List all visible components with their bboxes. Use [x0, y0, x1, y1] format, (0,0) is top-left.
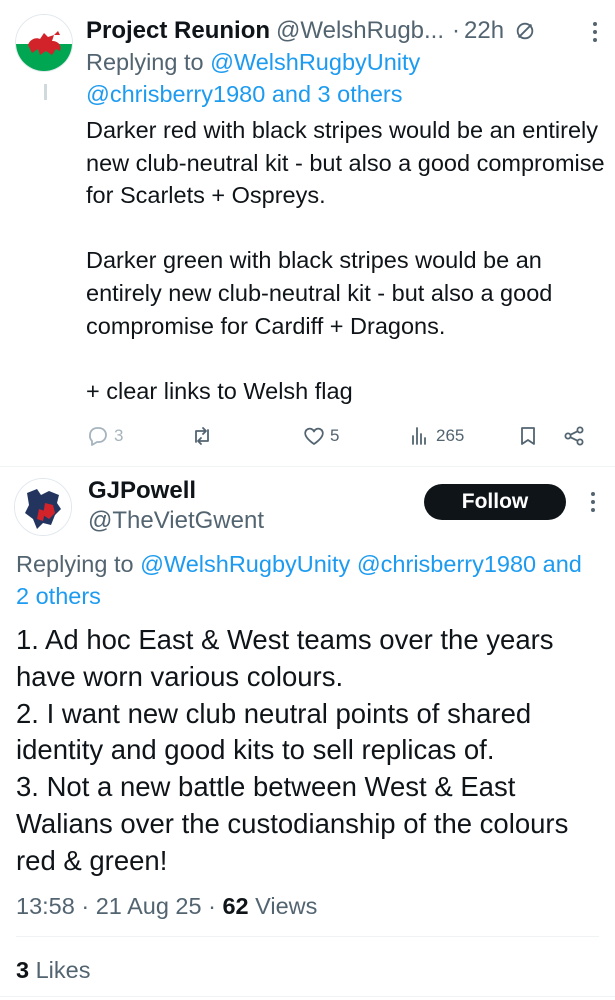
tweet-paragraph: 3. Not a new battle between West & East … [16, 771, 569, 876]
grok-icon[interactable] [514, 20, 536, 42]
action-bar: 3 5 265 [86, 420, 606, 452]
welsh-dragon-flag-icon [16, 15, 72, 71]
follow-button[interactable]: Follow [424, 484, 566, 520]
tweet-date[interactable]: 21 Aug 25 [96, 893, 202, 919]
mention-link[interactable]: @WelshRugbyUnity [210, 49, 420, 75]
views-button[interactable]: 265 [408, 420, 464, 452]
mention-link[interactable]: @WelshRugbyUnity @chrisberry1980 and [140, 551, 582, 577]
display-name[interactable]: GJPowell [88, 476, 196, 506]
replying-prefix: Replying to [16, 551, 134, 577]
divider [0, 996, 615, 997]
share-button[interactable] [562, 420, 586, 452]
analytics-icon [412, 427, 426, 445]
separator: · [208, 893, 216, 919]
tweet-meta: 13:58 · 21 Aug 25 · 62 Views [16, 890, 317, 922]
share-icon [564, 426, 584, 446]
like-button[interactable]: 5 [302, 420, 339, 452]
tweet-thread-page: Project Reunion @WelshRugb... · 22h Repl… [0, 0, 615, 1000]
user-handle[interactable]: @WelshRugb... [276, 17, 444, 45]
tweet-paragraph: Darker red with black stripes would be a… [86, 117, 605, 209]
reply-icon [89, 427, 107, 446]
replying-to: Replying to @WelshRugbyUnity @chrisberry… [16, 548, 615, 581]
heart-icon [304, 427, 324, 445]
view-count: 265 [436, 426, 465, 445]
timestamp[interactable]: 22h [464, 17, 504, 45]
likes-count: 3 [16, 957, 30, 983]
bookmark-icon [521, 427, 535, 445]
reply-button[interactable]: 3 [86, 420, 123, 452]
more-options-icon[interactable] [585, 22, 605, 42]
more-options-icon[interactable] [583, 492, 603, 512]
tweet-paragraph: 1. Ad hoc East & West teams over the yea… [16, 624, 554, 692]
likes-label: Likes [35, 957, 91, 983]
reply-count: 3 [114, 426, 124, 445]
separator: · [452, 17, 461, 44]
tweet-paragraph: Darker green with black stripes would be… [86, 247, 553, 339]
tweet-time[interactable]: 13:58 [16, 893, 75, 919]
gwent-map-avatar-icon [15, 479, 71, 535]
tweet-paragraph: 2. I want new club neutral points of sha… [16, 697, 532, 766]
tweet-text: Darker red with black stripes would be a… [86, 114, 606, 407]
retweet-icon [195, 427, 209, 445]
views-count: 62 [222, 893, 249, 919]
tweet-text: 1. Ad hoc East & West teams over the yea… [16, 622, 606, 880]
mention-link[interactable]: 2 others [16, 580, 101, 613]
likes-summary[interactable]: 3 Likes [16, 954, 90, 986]
separator: · [81, 893, 90, 919]
reply-tweet[interactable]: Project Reunion @WelshRugb... · 22h Repl… [0, 0, 615, 468]
avatar[interactable] [15, 14, 73, 72]
user-handle[interactable]: @TheVietGwent [88, 506, 264, 536]
divider [0, 466, 615, 467]
avatar[interactable] [14, 478, 72, 536]
tweet-paragraph: + clear links to Welsh flag [86, 377, 353, 404]
bookmark-button[interactable] [516, 420, 540, 452]
like-count: 5 [330, 426, 340, 445]
replying-prefix: Replying to [86, 49, 204, 75]
thread-connector-line [44, 84, 47, 100]
retweet-button[interactable] [190, 420, 214, 452]
divider [16, 936, 599, 937]
tweet-header: Project Reunion @WelshRugb... · 22h [86, 14, 579, 48]
views-label: Views [255, 893, 318, 919]
display-name[interactable]: Project Reunion [86, 17, 270, 45]
mention-link[interactable]: @chrisberry1980 and 3 others [86, 81, 402, 107]
replying-to: Replying to @WelshRugbyUnity @chrisberry… [86, 46, 486, 110]
